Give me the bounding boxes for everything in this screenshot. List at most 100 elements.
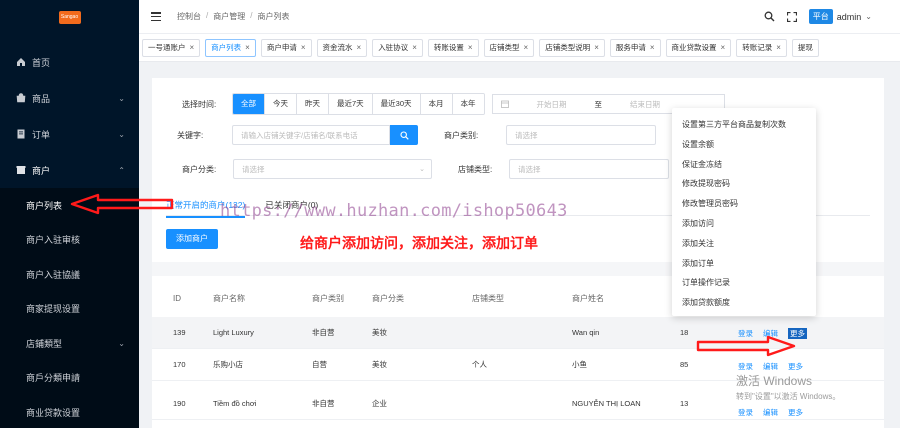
time-option-30days[interactable]: 最近30天 xyxy=(372,94,421,114)
close-icon[interactable]: × xyxy=(650,43,655,52)
merchant-class-select[interactable]: 请选择 ⌄ xyxy=(233,159,432,179)
logo-area: Sangao xyxy=(0,0,139,34)
tab-item[interactable]: 提现 xyxy=(791,38,819,57)
document-icon xyxy=(17,129,25,139)
close-icon[interactable]: × xyxy=(524,43,529,52)
edit-link[interactable]: 编辑 xyxy=(763,407,778,418)
menu-item-admin-password[interactable]: 修改管理员密码 xyxy=(672,194,816,214)
keyword-input[interactable]: 请输入店铺关键字/店铺名/联系电话 xyxy=(232,125,390,145)
sidebar-item-label: 商户列表 xyxy=(26,200,63,211)
cell-phone: 85 xyxy=(680,360,689,369)
breadcrumb-item[interactable]: 商户管理 xyxy=(213,11,245,22)
time-option-year[interactable]: 本年 xyxy=(452,94,484,114)
cell-category: 美妆 xyxy=(372,360,387,369)
add-merchant-button[interactable]: 添加商户 xyxy=(166,229,218,249)
cell-id: 139 xyxy=(173,328,186,337)
tab-item[interactable]: 资金流水 × xyxy=(316,38,368,57)
search-button[interactable] xyxy=(390,125,418,145)
chevron-up-icon: ⌃ xyxy=(118,165,125,175)
close-icon[interactable]: × xyxy=(721,43,726,52)
chevron-down-icon: ⌄ xyxy=(865,12,872,21)
tab-item[interactable]: 店铺类型 × xyxy=(483,38,535,57)
sidebar-item-loan-settings[interactable]: 商业贷款设置 xyxy=(0,395,139,428)
tab-label: 提现 xyxy=(797,43,813,52)
merchant-category-select[interactable]: 请选择 xyxy=(506,125,656,145)
store-type-label: 店铺类型: xyxy=(458,164,493,174)
sidebar-item-withdraw-settings[interactable]: 商家提现设置 xyxy=(0,292,139,327)
column-header: 商户名称 xyxy=(213,293,245,303)
sidebar-item-merchant-agreement[interactable]: 商户入驻協議 xyxy=(0,257,139,292)
sidebar-item-merchants[interactable]: 商户 ⌃ xyxy=(0,152,139,188)
more-link[interactable]: 更多 xyxy=(788,407,803,418)
menu-item-set-balance[interactable]: 设置余额 xyxy=(672,135,816,155)
store-type-select[interactable]: 请选择 xyxy=(509,159,669,179)
tab-item[interactable]: 转账记录 × xyxy=(736,38,787,57)
tab-item[interactable]: 商业贷款设置 × xyxy=(665,38,732,57)
time-filter-row: 选择时间: 全部 今天 昨天 最近7天 最近30天 本月 本年 开始日期 至 结… xyxy=(182,93,725,115)
store-type-placeholder: 请选择 xyxy=(518,164,541,174)
close-icon[interactable]: × xyxy=(190,43,195,52)
chevron-down-icon: ⌄ xyxy=(419,166,425,173)
menu-item-add-follows[interactable]: 添加关注 xyxy=(672,234,816,254)
menu-toggle-icon[interactable] xyxy=(151,12,161,21)
tab-item[interactable]: 服务申请 × xyxy=(609,38,661,57)
time-option-all[interactable]: 全部 xyxy=(233,94,265,114)
tab-item[interactable]: 入驻协议 × xyxy=(372,38,423,57)
close-icon[interactable]: × xyxy=(301,43,306,52)
close-icon[interactable]: × xyxy=(468,43,473,52)
column-header: ID xyxy=(173,293,181,303)
more-link[interactable]: 更多 xyxy=(788,361,803,372)
tab-item-active[interactable]: 商户列表 × xyxy=(205,38,256,57)
merchant-category-label: 商户类别: xyxy=(444,130,479,140)
cell-type: 非自营 xyxy=(312,399,335,408)
sidebar-item-label: 商品 xyxy=(32,93,51,104)
time-option-yesterday[interactable]: 昨天 xyxy=(297,94,329,114)
tab-item[interactable]: 一号通账户 × xyxy=(142,38,201,57)
close-icon[interactable]: × xyxy=(412,43,417,52)
time-option-today[interactable]: 今天 xyxy=(265,94,297,114)
close-icon[interactable]: × xyxy=(245,43,250,52)
sidebar-item-category-apply[interactable]: 商戶分類申請 xyxy=(0,361,139,396)
tab-item[interactable]: 店铺类型说明 × xyxy=(539,38,605,57)
close-icon[interactable]: × xyxy=(357,43,362,52)
fullscreen-icon[interactable] xyxy=(786,11,797,22)
login-link[interactable]: 登录 xyxy=(738,361,753,372)
login-link[interactable]: 登录 xyxy=(738,407,753,418)
sidebar-item-merchant-review[interactable]: 商户入驻审核 xyxy=(0,223,139,258)
sidebar-item-label: 首页 xyxy=(32,57,51,68)
time-option-7days[interactable]: 最近7天 xyxy=(329,94,373,114)
menu-item-add-orders[interactable]: 添加订单 xyxy=(672,254,816,274)
close-icon[interactable]: × xyxy=(594,43,599,52)
menu-item-copy-limit[interactable]: 设置第三方平台商品复制次数 xyxy=(672,115,816,135)
cell-category: 美妆 xyxy=(372,328,387,337)
chevron-down-icon: ⌄ xyxy=(118,93,125,103)
class-row: 商户分类: 请选择 ⌄ 店铺类型: 请选择 xyxy=(182,159,669,179)
calendar-icon xyxy=(500,100,509,108)
sidebar-item-store-type[interactable]: 店鋪類型 ⌄ xyxy=(0,326,139,361)
chevron-down-icon: ⌄ xyxy=(118,129,125,139)
tab-item[interactable]: 商户申请 × xyxy=(260,38,312,57)
close-icon[interactable]: × xyxy=(776,43,781,52)
time-option-month[interactable]: 本月 xyxy=(420,94,453,114)
menu-item-freeze-deposit[interactable]: 保证金冻结 xyxy=(672,155,816,175)
menu-item-order-log[interactable]: 订单操作记录 xyxy=(672,273,816,293)
merchant-class-label: 商户分类: xyxy=(182,164,217,174)
date-start-placeholder: 开始日期 xyxy=(536,99,567,109)
cell-id: 170 xyxy=(173,360,186,369)
sidebar-item-orders[interactable]: 订单 ⌄ xyxy=(0,116,139,152)
sidebar-item-label: 商户入驻审核 xyxy=(26,235,81,246)
breadcrumb: 控制台 / 商户管理 / 商户列表 xyxy=(177,11,289,22)
edit-link[interactable]: 编辑 xyxy=(763,361,778,372)
tab-item[interactable]: 转账设置 × xyxy=(427,38,479,57)
user-menu[interactable]: admin xyxy=(837,12,862,22)
menu-item-withdraw-password[interactable]: 修改提现密码 xyxy=(672,174,816,194)
menu-item-loan-limit[interactable]: 添加贷款额度 xyxy=(672,293,816,313)
home-icon xyxy=(17,58,25,66)
menu-item-add-visits[interactable]: 添加访问 xyxy=(672,214,816,234)
sidebar-item-products[interactable]: 商品 ⌄ xyxy=(0,80,139,116)
breadcrumb-item[interactable]: 控制台 xyxy=(177,11,201,22)
merchant-category-placeholder: 请选择 xyxy=(515,130,538,140)
sidebar-item-label: 商户入驻協議 xyxy=(26,269,81,280)
search-icon[interactable] xyxy=(764,11,775,22)
sidebar-item-home[interactable]: 首页 xyxy=(0,44,139,80)
